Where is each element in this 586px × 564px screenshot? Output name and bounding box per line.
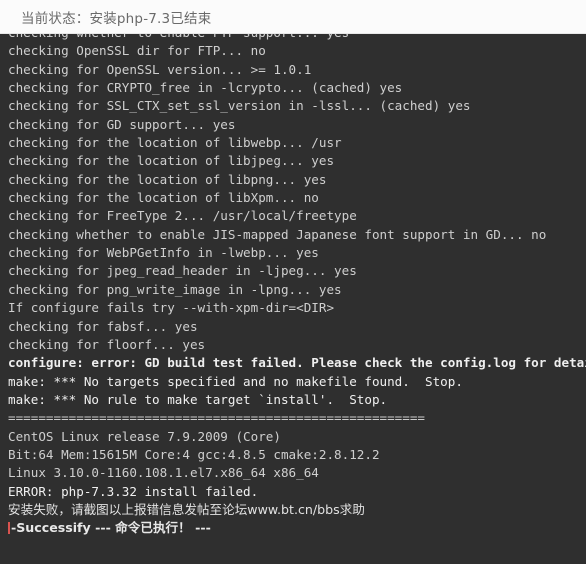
terminal-line: checking for the location of libXpm... n… [8, 190, 319, 206]
terminal-line: checking for SSL_CTX_set_ssl_version in … [8, 98, 471, 114]
terminal-line: 安装失败，请截图以上报错信息发帖至论坛www.bt.cn/bbs求助 [8, 501, 365, 517]
terminal-line: checking for png_write_image in -lpng...… [8, 281, 342, 297]
terminal-line: checking OpenSSL dir for FTP... no [8, 43, 266, 59]
terminal-line: If configure fails try --with-xpm-dir=<D… [8, 300, 335, 316]
install-log-window: 当前状态：安装php-7.3已结束 checking whether to en… [0, 0, 586, 564]
terminal-line: checking for floorf... yes [8, 336, 206, 352]
terminal-line: checking for GD support... yes [8, 116, 236, 132]
terminal-final-line-text: -Successify --- 命令已执行！ --- [11, 520, 211, 536]
terminal-line: checking for FreeType 2... /usr/local/fr… [8, 208, 357, 224]
terminal-line: checking whether to enable FTP support..… [8, 34, 586, 42]
terminal-line: ERROR: php-7.3.32 install failed. [8, 483, 259, 499]
terminal-line: checking for the location of libpng... y… [8, 171, 327, 187]
terminal-line: make: *** No targets specified and no ma… [8, 373, 463, 389]
terminal-line: make: *** No rule to make target `instal… [8, 391, 388, 407]
terminal-line: ========================================… [8, 410, 426, 426]
status-header-bar: 当前状态：安装php-7.3已结束 [0, 0, 586, 34]
terminal-line: checking for jpeg_read_header in -ljpeg.… [8, 263, 357, 279]
terminal-line: checking whether to enable JIS-mapped Ja… [8, 226, 547, 242]
terminal-line: CentOS Linux release 7.9.2009 (Core) [8, 428, 281, 444]
terminal-line: checking for the location of libwebp... … [8, 135, 342, 151]
terminal-line: checking for OpenSSL version... >= 1.0.1 [8, 61, 312, 77]
terminal-line: checking for the location of libjpeg... … [8, 153, 335, 169]
terminal-scroll-area[interactable]: checking whether to enable FTP support..… [8, 34, 586, 564]
terminal-line: checking for WebPGetInfo in -lwebp... ye… [8, 245, 319, 261]
terminal-line: Bit:64 Mem:15615M Core:4 gcc:4.8.5 cmake… [8, 446, 380, 462]
terminal-line: checking for fabsf... yes [8, 318, 198, 334]
terminal-output-panel[interactable]: checking whether to enable FTP support..… [0, 34, 586, 564]
terminal-line: Linux 3.10.0-1160.108.1.el7.x86_64 x86_6… [8, 465, 319, 481]
current-status-label: 当前状态：安装php-7.3已结束 [21, 10, 212, 27]
terminal-line: configure: error: GD build test failed. … [8, 355, 586, 371]
terminal-line: checking for CRYPTO_free in -lcrypto... … [8, 80, 403, 96]
terminal-cursor-icon [8, 522, 10, 535]
terminal-final-line: -Successify --- 命令已执行！ --- [8, 519, 586, 537]
